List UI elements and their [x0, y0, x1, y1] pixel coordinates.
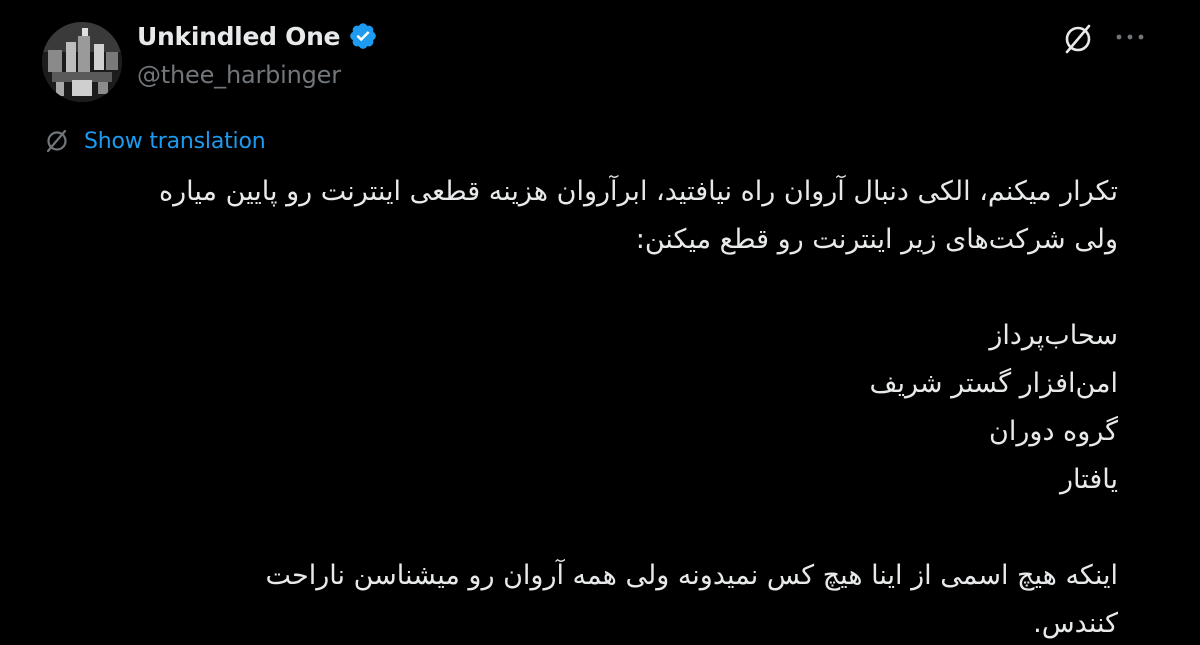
grok-slash-icon: [1065, 24, 1091, 54]
tweet-text-line: ولی شرکت‌های زیر اینترنت رو قطع میکنن:: [635, 224, 1118, 255]
more-dots-icon: [1116, 34, 1144, 40]
company-list-item: امن‌افزار گستر شریف: [869, 368, 1119, 399]
avatar-image: [42, 22, 122, 102]
show-translation-label[interactable]: Show translation: [84, 129, 266, 154]
more-options-button[interactable]: [1108, 17, 1152, 57]
grok-slash-icon: [46, 129, 67, 153]
author-name-row: Unkindled One: [137, 21, 378, 51]
company-list-item: یافتار: [1059, 464, 1118, 495]
tweet-card: Unkindled One @thee_harbinger Show trans…: [0, 0, 1200, 645]
verified-badge-icon[interactable]: [348, 21, 378, 51]
tweet-body: تکرار میکنم، الکی دنبال آروان راه نیافتی…: [58, 168, 1118, 645]
author-handle[interactable]: @thee_harbinger: [137, 61, 341, 89]
tweet-text-line: اینکه هیچ اسمی از اینا هیچ کس نمیدونه ول…: [265, 560, 1118, 591]
company-list-item: گروه دوران: [989, 416, 1118, 447]
author-display-name[interactable]: Unkindled One: [137, 22, 341, 51]
tweet-text-line: کنندس.: [1033, 608, 1118, 639]
company-list-item: سحاب‌پرداز: [989, 320, 1118, 351]
avatar[interactable]: [42, 22, 122, 102]
show-translation-link[interactable]: Show translation: [44, 128, 266, 154]
grok-button[interactable]: [1058, 19, 1098, 59]
tweet-text-line: تکرار میکنم، الکی دنبال آروان راه نیافتی…: [158, 176, 1118, 207]
